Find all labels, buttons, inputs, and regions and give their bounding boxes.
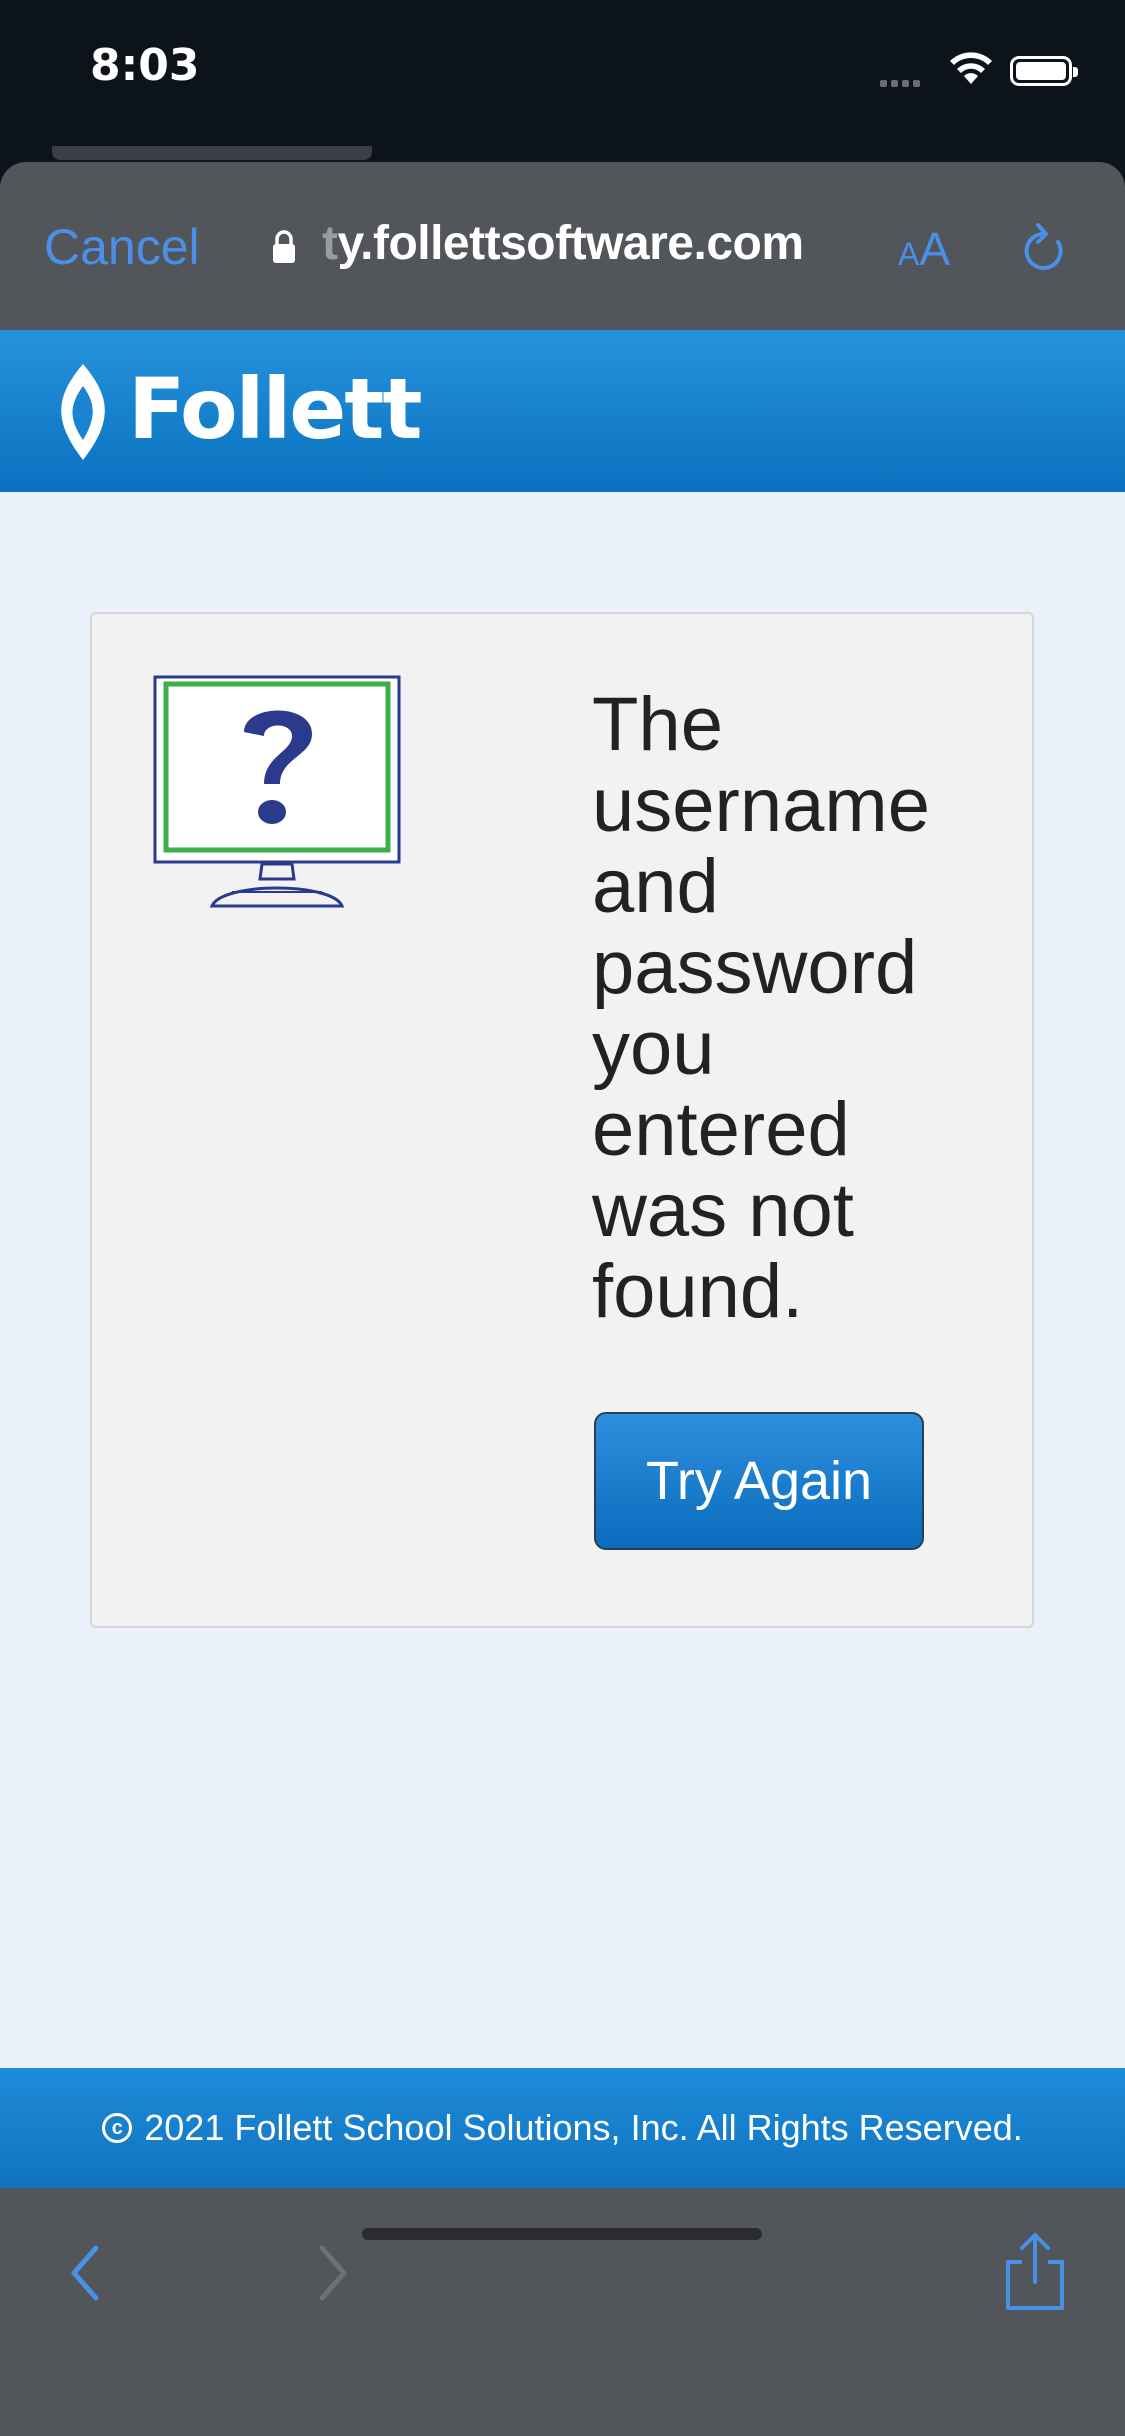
page-content: The username and password you entered wa… [0, 492, 1125, 2068]
page-footer: c 2021 Follett School Solutions, Inc. Al… [0, 2068, 1125, 2188]
copyright-text: 2021 Follett School Solutions, Inc. All … [144, 2107, 1023, 2148]
chevron-left-icon[interactable] [62, 2238, 112, 2308]
reload-icon[interactable] [1018, 220, 1068, 276]
home-indicator[interactable] [362, 2228, 762, 2240]
aa-small: A [898, 236, 920, 272]
wifi-icon [950, 52, 992, 84]
cellular-signal-icon [880, 74, 924, 92]
status-time: 8:03 [90, 40, 200, 91]
share-icon[interactable] [1000, 2232, 1070, 2312]
computer-question-icon [153, 675, 401, 908]
follett-header: Follett [0, 330, 1125, 492]
follett-logo-icon [61, 364, 105, 460]
cancel-button[interactable]: Cancel [44, 218, 200, 276]
follett-logo-text: Follett [128, 360, 423, 458]
url-address[interactable]: ty.follettsoftware.com [322, 216, 804, 271]
status-bar: 8:03 [0, 0, 1125, 160]
chevron-right-icon[interactable] [306, 2238, 356, 2308]
text-size-button[interactable]: AA [898, 222, 950, 276]
url-faded-text: t [322, 217, 338, 270]
error-card: The username and password you entered wa… [90, 612, 1034, 1628]
battery-icon [1010, 56, 1078, 86]
url-bar: Cancel ty.follettsoftware.com AA [0, 162, 1125, 330]
browser-sheet: Cancel ty.follettsoftware.com AA Follett [0, 162, 1125, 2436]
url-domain-text: y.follettsoftware.com [337, 217, 804, 270]
copyright-icon: c [102, 2113, 133, 2143]
background-page-title [52, 146, 382, 160]
try-again-button[interactable]: Try Again [594, 1412, 924, 1550]
lock-icon [273, 230, 295, 263]
error-message: The username and password you entered wa… [592, 682, 930, 1334]
browser-toolbar [0, 2188, 1125, 2436]
aa-large: A [919, 223, 951, 275]
